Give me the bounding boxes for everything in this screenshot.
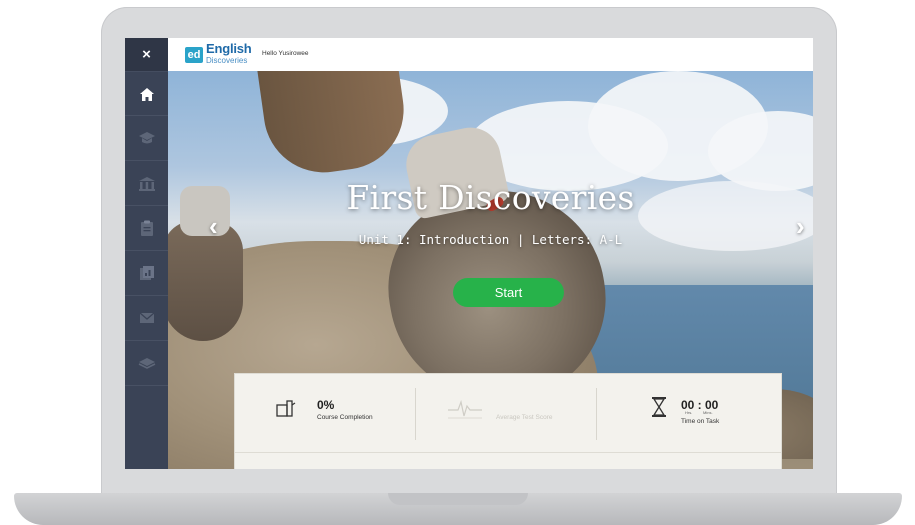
sidebar-item-messages[interactable]: [125, 296, 168, 340]
book-icon: [138, 358, 155, 369]
stats-panel: 0% Course Completion Average Test Score: [234, 373, 782, 469]
sidebar-item-school[interactable]: [125, 161, 168, 205]
laptop-notch: [388, 493, 528, 505]
sidebar-item-library[interactable]: [125, 341, 168, 385]
test-score-label: Average Test Score: [496, 414, 553, 421]
time-label: Time on Task: [681, 418, 720, 425]
top-bar: ed English Discoveries Hello Yusirowee: [168, 38, 813, 71]
sidebar-item-courses[interactable]: [125, 116, 168, 160]
reports-icon: [139, 266, 154, 280]
logo-title[interactable]: English: [206, 41, 252, 56]
course-subtitle: Unit 1: Introduction | Letters: A-L: [358, 232, 623, 247]
home-icon: [139, 87, 154, 101]
start-button[interactable]: Start: [453, 278, 564, 307]
course-title: First Discoveries: [346, 178, 635, 217]
mail-icon: [139, 312, 154, 323]
sidebar-item-reports[interactable]: [125, 251, 168, 295]
user-greeting: Hello Yusirowee: [262, 50, 309, 57]
graduation-cap-icon: [138, 132, 155, 144]
app-screen: × ed English Discoveries Hello Yusirowee…: [125, 38, 813, 469]
clipboard-icon: [140, 220, 153, 236]
sidebar-item-home[interactable]: [125, 71, 168, 116]
logo-badge[interactable]: ed: [185, 47, 203, 63]
course-completion-stat: 0% Course Completion: [235, 374, 415, 452]
logo-subtitle: Discoveries: [206, 56, 248, 65]
time-on-task-stat: 00 : 00 Hrs. Mins. Time on Task: [597, 374, 781, 452]
sidebar: ×: [125, 38, 168, 469]
completion-label: Course Completion: [317, 414, 373, 421]
pulse-chart-icon: [448, 399, 482, 419]
mins-label: Mins.: [703, 410, 713, 415]
completion-value: 0%: [317, 398, 335, 412]
course-hero: ‹ › First Discoveries Unit 1: Introducti…: [168, 71, 813, 469]
sidebar-item-assignments[interactable]: [125, 206, 168, 250]
close-button[interactable]: ×: [125, 38, 168, 71]
close-icon: ×: [142, 46, 151, 63]
average-test-score-stat: Average Test Score: [416, 374, 596, 452]
flag-icon: [276, 400, 296, 417]
hourglass-icon: [652, 397, 666, 417]
school-icon: [138, 176, 155, 191]
hrs-label: Hrs.: [685, 410, 693, 415]
